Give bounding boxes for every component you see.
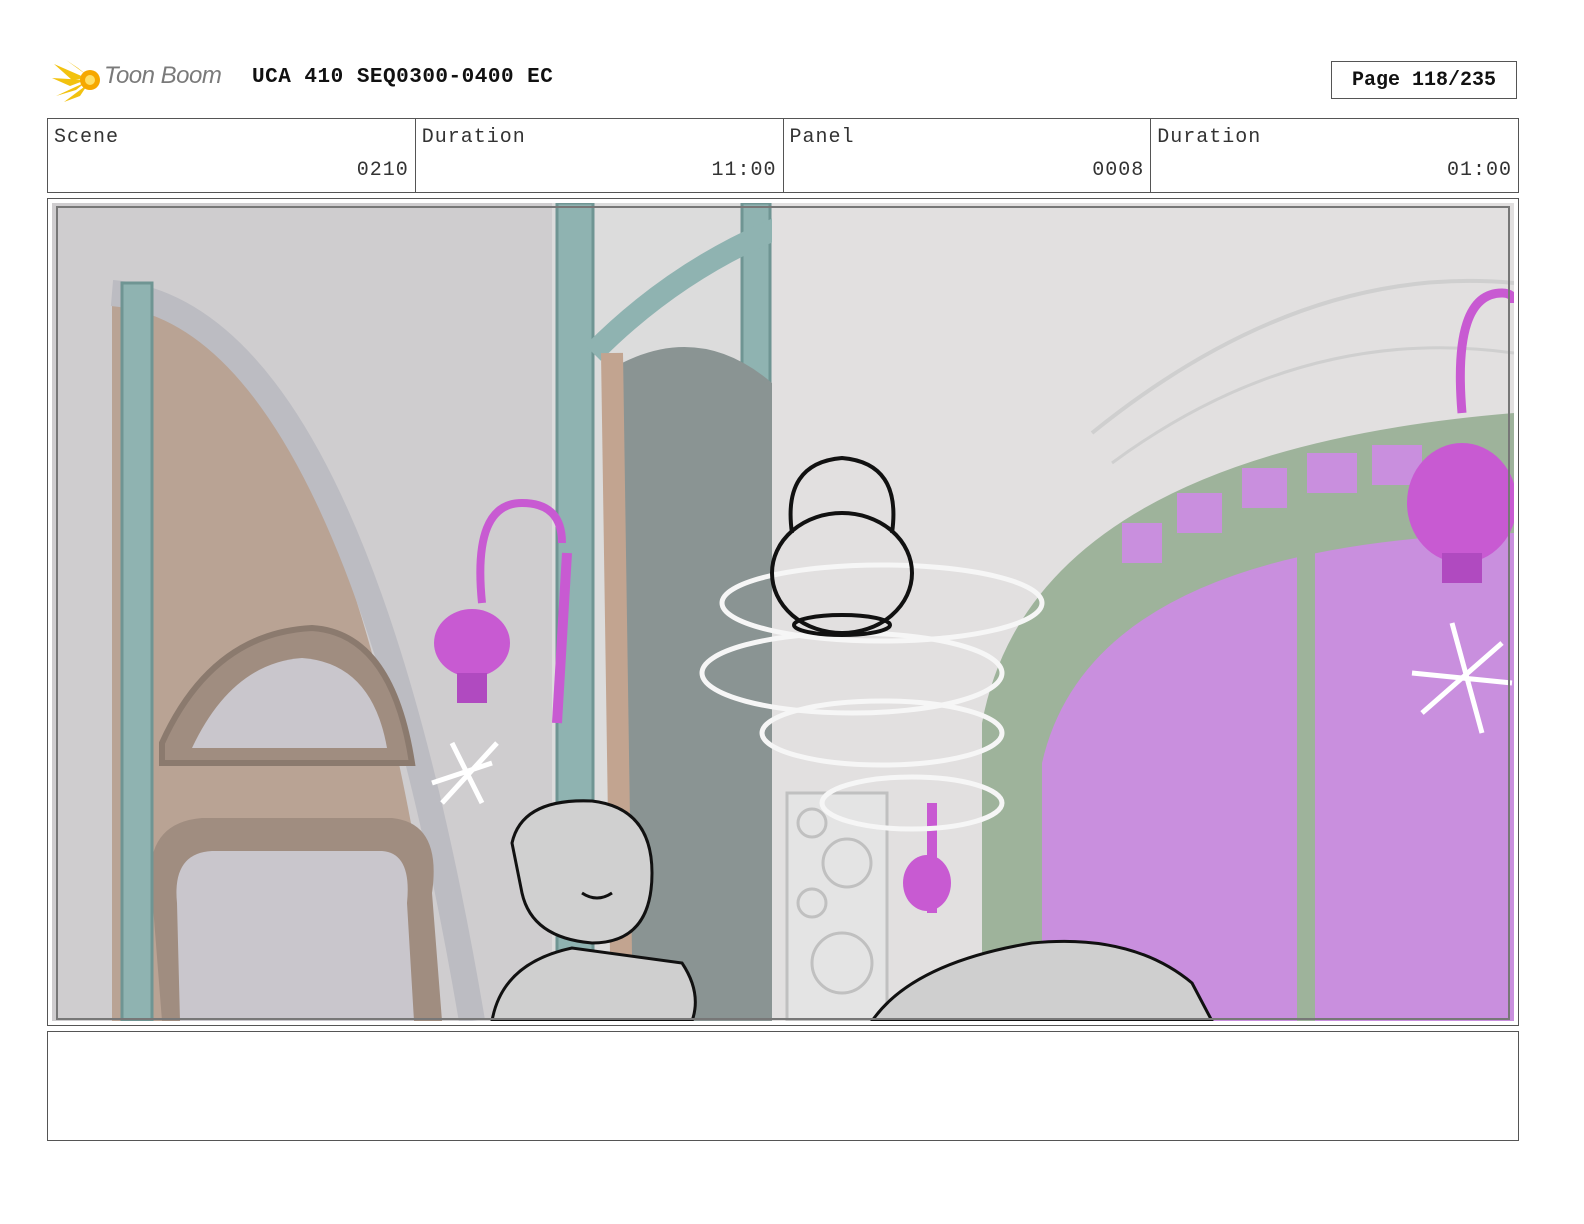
- panel-duration-cell: Duration 01:00: [1151, 119, 1518, 192]
- panel-duration-value: 01:00: [1446, 159, 1512, 182]
- scene-info-table: Scene 0210 Duration 11:00 Panel 0008 Dur…: [47, 118, 1519, 193]
- scene-label: Scene: [54, 126, 120, 149]
- notes-area: [47, 1031, 1519, 1141]
- scene-duration-cell: Duration 11:00: [416, 119, 784, 192]
- panel-artwork: [52, 203, 1514, 1021]
- dark-doorway: [622, 347, 772, 1021]
- panel-duration-label: Duration: [1157, 126, 1262, 149]
- scene-value: 0210: [356, 159, 409, 182]
- document-title: UCA 410 SEQ0300-0400 EC: [252, 66, 554, 89]
- left-pillar: [120, 281, 154, 1021]
- scene-duration-value: 11:00: [711, 159, 777, 182]
- panel-label: Panel: [789, 126, 855, 149]
- page-number: Page 118/235: [1331, 61, 1517, 99]
- scene-cell: Scene 0210: [48, 119, 416, 192]
- panel-cell: Panel 0008: [784, 119, 1152, 192]
- scene-duration-label: Duration: [421, 126, 526, 149]
- brand-name: Toon Boom: [104, 62, 222, 89]
- panel-value: 0008: [1092, 159, 1145, 182]
- storyboard-panel: [47, 198, 1519, 1026]
